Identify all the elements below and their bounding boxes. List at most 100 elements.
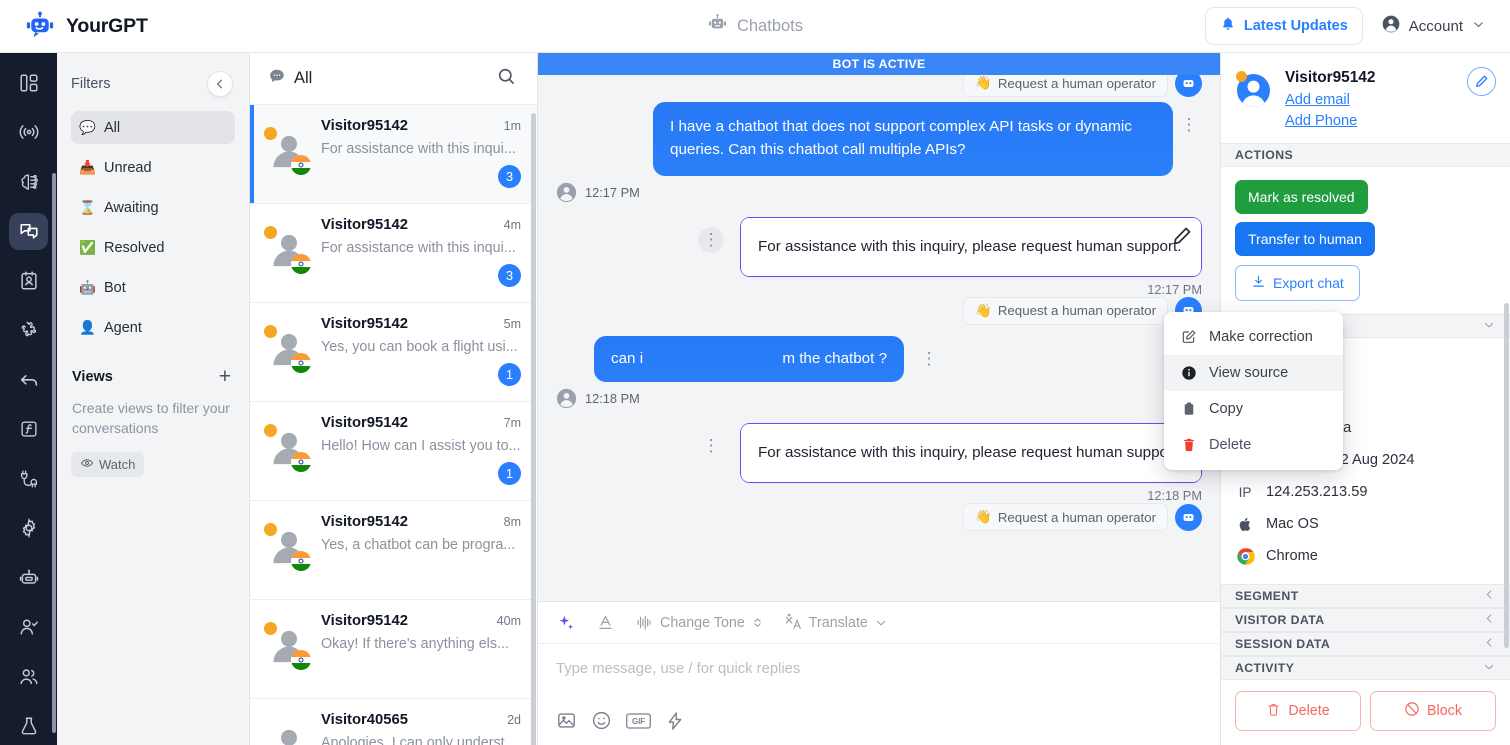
context-menu-item-make-correction[interactable]: Make correction: [1164, 319, 1343, 355]
settings-gear-icon[interactable]: [9, 510, 48, 548]
emoji-icon[interactable]: [591, 710, 612, 731]
section-title: ACTIONS: [1235, 148, 1293, 162]
chevron-left-icon: [1483, 612, 1496, 628]
filter-item-unread[interactable]: 📥 Unread: [71, 151, 235, 184]
translate-button[interactable]: Translate: [784, 613, 888, 632]
section-title: VISITOR DATA: [1235, 613, 1325, 627]
bot-icon[interactable]: [9, 559, 48, 597]
mark-as-resolved-button[interactable]: Mark as resolved: [1235, 180, 1368, 214]
contacts-icon[interactable]: [9, 262, 48, 300]
download-icon: [1251, 274, 1266, 292]
message-context-menu: Make correction View source Copy: [1164, 312, 1343, 470]
team-icon[interactable]: [9, 658, 48, 696]
change-tone-button[interactable]: Change Tone: [635, 613, 764, 632]
ai-sparkles-icon[interactable]: [556, 613, 576, 633]
list-item-content: Visitor40565 2d Apologies, I can only un…: [321, 712, 521, 745]
message-input[interactable]: Type message, use / for quick replies: [538, 644, 1220, 706]
request-human-operator-chip[interactable]: 👋 Request a human operator: [963, 297, 1168, 325]
quick-reply-row: 👋 Request a human operator: [556, 75, 1202, 97]
function-icon[interactable]: [9, 411, 48, 449]
avatar: [264, 523, 310, 569]
broadcast-icon[interactable]: [9, 114, 48, 152]
chevron-left-icon[interactable]: [207, 71, 233, 97]
visitor-name: Visitor95142: [321, 118, 408, 134]
visitor-name: Visitor95142: [1285, 69, 1375, 87]
views-hint: Create views to filter your conversation…: [71, 399, 235, 439]
image-icon[interactable]: [556, 710, 577, 731]
actions-section: Mark as resolved Transfer to human Expor…: [1221, 167, 1510, 314]
list-item[interactable]: Visitor95142 5m Yes, you can book a flig…: [250, 303, 537, 402]
back-arrow-icon[interactable]: [9, 361, 48, 399]
unread-badge: 3: [498, 264, 521, 287]
latest-updates-button[interactable]: Latest Updates: [1205, 7, 1363, 45]
export-chat-button[interactable]: Export chat: [1235, 265, 1360, 301]
message-snippet: Okay! If there's anything els...: [321, 636, 521, 652]
integrations-puzzle-icon[interactable]: [9, 312, 48, 350]
views-title: Views: [72, 369, 113, 385]
filter-item-all[interactable]: 💬 All: [71, 111, 235, 144]
avatar: [264, 325, 310, 371]
section-header-actions[interactable]: ACTIONS: [1221, 143, 1510, 167]
context-menu-item-view-source[interactable]: View source: [1164, 355, 1343, 391]
list-item[interactable]: Visitor40565 2d Apologies, I can only un…: [250, 699, 537, 745]
list-item[interactable]: Visitor95142 7m Hello! How can I assist …: [250, 402, 537, 501]
wave-icon: [635, 613, 654, 632]
composer-toolbar: Change Tone Translate: [538, 602, 1220, 644]
add-email-link[interactable]: Add email: [1285, 92, 1375, 108]
filter-item-resolved[interactable]: ✅ Resolved: [71, 231, 235, 264]
plug-icon[interactable]: [9, 460, 48, 498]
request-human-operator-chip[interactable]: 👋 Request a human operator: [963, 75, 1168, 97]
section-header-segment[interactable]: SEGMENT: [1221, 584, 1510, 608]
section-header-visitor-data[interactable]: VISITOR DATA: [1221, 608, 1510, 632]
list-item[interactable]: Visitor95142 4m For assistance with this…: [250, 204, 537, 303]
section-header-session-data[interactable]: SESSION DATA: [1221, 632, 1510, 656]
message-options-button[interactable]: ⋮: [916, 346, 942, 372]
brand[interactable]: YourGPT: [0, 11, 250, 41]
visitor-name: Visitor95142: [321, 316, 408, 332]
conversation-list-scrollbar[interactable]: [531, 113, 536, 745]
svg-text:GIF: GIF: [632, 717, 645, 726]
flag-india-icon: [291, 353, 311, 373]
add-view-button[interactable]: +: [219, 366, 231, 387]
filter-item-agent[interactable]: 👤 Agent: [71, 311, 235, 344]
edit-message-icon[interactable]: [1171, 225, 1193, 247]
transfer-to-human-button[interactable]: Transfer to human: [1235, 222, 1375, 256]
views-header: Views +: [71, 366, 235, 387]
timestamp: 1m: [504, 119, 521, 133]
list-item[interactable]: Visitor95142 8m Yes, a chatbot can be pr…: [250, 501, 537, 600]
delete-visitor-button[interactable]: Delete: [1235, 691, 1361, 731]
dashboard-icon[interactable]: [9, 64, 48, 102]
right-panel-scrollbar[interactable]: [1504, 303, 1509, 648]
block-visitor-button[interactable]: Block: [1370, 691, 1496, 731]
edit-visitor-button[interactable]: [1467, 67, 1496, 96]
list-item[interactable]: Visitor95142 1m For assistance with this…: [250, 105, 537, 204]
user-check-icon[interactable]: [9, 609, 48, 647]
filter-item-awaiting[interactable]: ⌛ Awaiting: [71, 191, 235, 224]
rail-scrollbar[interactable]: [52, 173, 56, 733]
message-options-button[interactable]: ⋮: [1176, 112, 1202, 138]
watch-button[interactable]: Watch: [71, 452, 144, 477]
list-item-content: Visitor95142 4m For assistance with this…: [321, 217, 521, 292]
gif-icon[interactable]: GIF: [626, 712, 651, 730]
context-menu-item-copy[interactable]: Copy: [1164, 391, 1343, 427]
account-button[interactable]: Account: [1373, 8, 1494, 44]
lightning-icon[interactable]: [665, 711, 685, 731]
text-format-icon[interactable]: [596, 613, 615, 632]
request-human-operator-chip[interactable]: 👋 Request a human operator: [963, 503, 1168, 531]
unread-badge: 1: [498, 462, 521, 485]
list-item-content: Visitor95142 5m Yes, you can book a flig…: [321, 316, 521, 391]
sidebar-item-conversations[interactable]: [9, 213, 48, 251]
chat-bubble-icon: 💬: [79, 121, 95, 135]
context-menu-item-delete[interactable]: Delete: [1164, 427, 1343, 463]
list-item[interactable]: Visitor95142 40m Okay! If there's anythi…: [250, 600, 537, 699]
message-options-button[interactable]: ⋮: [698, 433, 724, 459]
lab-flask-icon[interactable]: [9, 708, 48, 745]
robot-icon: [25, 11, 55, 41]
filter-item-bot[interactable]: 🤖 Bot: [71, 271, 235, 304]
search-icon[interactable]: [496, 66, 517, 92]
add-phone-link[interactable]: Add Phone: [1285, 113, 1375, 129]
trash-icon: [1266, 702, 1281, 721]
section-header-activity[interactable]: ACTIVITY: [1221, 656, 1510, 680]
message-options-button[interactable]: ⋮: [698, 227, 724, 253]
ai-brain-icon[interactable]: [9, 163, 48, 201]
